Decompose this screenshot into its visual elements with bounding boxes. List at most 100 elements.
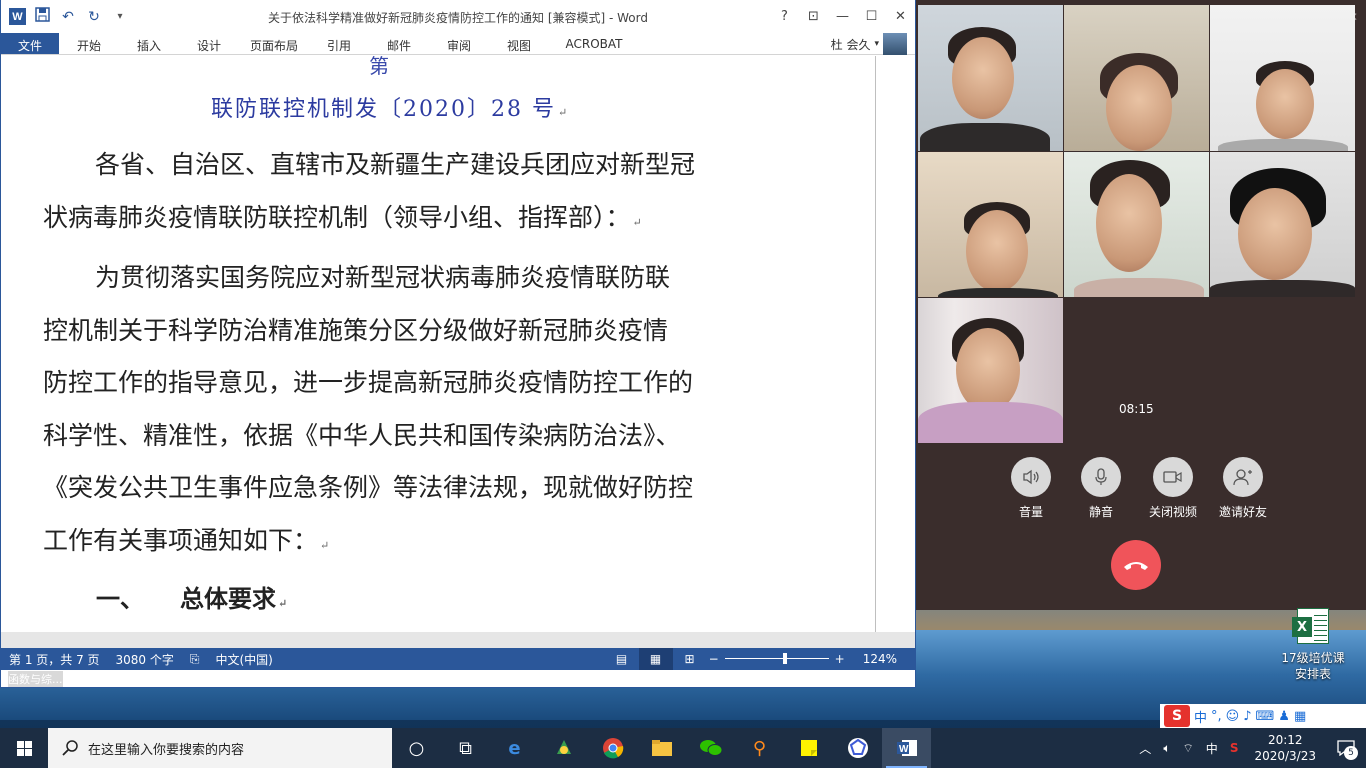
heading-text: 总体要求 [180, 584, 276, 613]
desktop-file-icon[interactable]: X 17级培优课 安排表 [1278, 608, 1348, 682]
search-placeholder: 在这里输入你要搜索的内容 [88, 742, 245, 758]
user-account[interactable]: 杜 会久 ▾ [831, 33, 907, 55]
participant-video[interactable] [918, 298, 1063, 443]
undo-icon[interactable]: ↶ [58, 9, 78, 25]
status-bar: 第 1 页，共 7 页 3080 个字 ⎘ 中文(中国) ▤ ▦ ⊞ − + 1… [1, 648, 915, 670]
wifi-icon[interactable]: ⌔ [1177, 741, 1200, 756]
paragraph-mark: ↵ [557, 106, 570, 119]
edge-icon[interactable]: e [490, 728, 539, 768]
minimize-icon[interactable]: — [828, 0, 857, 33]
zoom-slider[interactable] [724, 648, 829, 670]
sogou-tray-icon[interactable]: S [1224, 741, 1245, 755]
maximize-icon[interactable]: ☐ [857, 0, 886, 33]
word-logo-icon[interactable]: W [9, 8, 26, 25]
taskbar-search[interactable]: 在这里输入你要搜索的内容 [48, 728, 392, 768]
page-gap [1, 632, 915, 648]
close-icon[interactable]: ✕ [886, 0, 915, 33]
mute-label: 静音 [1088, 505, 1113, 519]
desktop-file-label: 17级培优课 安排表 [1278, 650, 1348, 682]
tab-home[interactable]: 开始 [59, 33, 119, 54]
paragraph-mark: ↵ [320, 538, 330, 552]
zoom-in-button[interactable]: + [833, 652, 847, 666]
document-canvas[interactable]: 第 联防联控机制发〔2020〕28 号 ↵ 各省、自治区、直辖市及新疆生产建设兵团… [1, 56, 915, 648]
customize-icon[interactable]: ▾ [110, 11, 130, 22]
body-paragraph: 为贯彻落实国务院应对新型冠状病毒肺炎疫情联防联 控机制关于科学防治精准施策分区分… [43, 252, 743, 573]
sticky-notes-icon[interactable] [784, 728, 833, 768]
speaker-icon[interactable] [1011, 457, 1051, 497]
tab-design[interactable]: 设计 [179, 33, 239, 54]
cortana-icon[interactable]: ○ [392, 728, 441, 768]
page-count[interactable]: 第 1 页，共 7 页 [1, 651, 108, 668]
tab-acrobat[interactable]: ACROBAT [549, 33, 639, 54]
language-indicator[interactable]: 中文(中国) [208, 651, 281, 668]
ime-punctuation-toggle[interactable]: °, [1211, 709, 1222, 724]
excel-x-glyph: X [1292, 617, 1312, 637]
ime-mode-toggle[interactable]: 中 [1194, 707, 1207, 726]
participant-body [938, 288, 1058, 297]
add-friend-icon[interactable] [1223, 457, 1263, 497]
text-line-content: 工作有关事项通知如下： [43, 525, 319, 555]
zoom-level[interactable]: 124% [847, 652, 915, 666]
camera-icon[interactable] [1153, 457, 1193, 497]
participant-video[interactable] [1064, 5, 1209, 151]
salutation-paragraph: 各省、自治区、直辖市及新疆生产建设兵团应对新型冠 状病毒肺炎疫情联防联控机制（领… [43, 139, 743, 249]
ime-indicator[interactable]: 中 [1200, 740, 1224, 757]
tab-mailings[interactable]: 邮件 [369, 33, 429, 54]
participant-face [1106, 65, 1172, 151]
web-layout-icon[interactable]: ⊞ [673, 648, 707, 670]
participant-video[interactable] [1210, 5, 1355, 151]
tab-references[interactable]: 引用 [309, 33, 369, 54]
print-layout-icon[interactable]: ▦ [638, 648, 673, 670]
zoom-out-button[interactable]: − [707, 652, 721, 666]
notification-count: 5 [1344, 746, 1358, 760]
tab-page-layout[interactable]: 页面布局 [239, 33, 309, 54]
tab-insert[interactable]: 插入 [119, 33, 179, 54]
save-icon[interactable] [32, 7, 52, 26]
file-explorer-icon[interactable] [637, 728, 686, 768]
toolbox-icon[interactable]: ▦ [1294, 709, 1306, 724]
volume-icon[interactable]: 🔈︎ [1157, 741, 1176, 756]
hangup-button[interactable] [1111, 540, 1161, 590]
app-icon[interactable] [539, 728, 588, 768]
microphone-icon[interactable] [1081, 457, 1121, 497]
participant-video[interactable] [918, 152, 1063, 297]
participant-video[interactable] [1210, 152, 1355, 297]
participant-video[interactable] [1064, 152, 1209, 297]
search-tool-icon[interactable]: ⚲ [735, 728, 784, 768]
skin-icon[interactable]: ♟ [1278, 709, 1290, 724]
svg-text:W: W [899, 744, 909, 755]
task-view-icon[interactable]: ⧉ [441, 728, 490, 768]
tab-view[interactable]: 视图 [489, 33, 549, 54]
word-taskbar-icon[interactable]: W [882, 728, 931, 768]
ime-toolbar: S 中 °, ☺ ♪ ⌨ ♟ ▦ [1160, 704, 1366, 728]
tab-file[interactable]: 文件 [1, 33, 59, 54]
keyboard-icon[interactable]: ⌨ [1256, 709, 1275, 724]
sogou-logo-icon[interactable]: S [1164, 705, 1190, 727]
read-mode-icon[interactable]: ▤ [605, 648, 639, 670]
proofing-icon[interactable]: ⎘ [182, 652, 208, 667]
emoji-icon[interactable]: ☺ [1226, 709, 1240, 724]
chrome-icon[interactable] [588, 728, 637, 768]
tab-review[interactable]: 审阅 [429, 33, 489, 54]
chevron-up-icon[interactable]: ︿ [1133, 740, 1157, 757]
participant-body [920, 123, 1050, 151]
participant-video[interactable] [918, 5, 1063, 151]
meeting-app-icon[interactable] [833, 728, 882, 768]
hidden-window-hint: 函数与综... [8, 671, 63, 687]
clock-time: 20:12 [1267, 733, 1303, 747]
start-button[interactable] [0, 728, 48, 768]
word-count[interactable]: 3080 个字 [108, 651, 182, 668]
cut-off-text: 第 [369, 56, 389, 78]
redo-icon[interactable]: ↻ [84, 9, 104, 25]
wechat-icon[interactable] [686, 728, 735, 768]
clock[interactable]: 20:12 2020/3/23 [1244, 732, 1326, 764]
close-video-label: 关闭视频 [1148, 505, 1197, 519]
document-number: 联防联控机制发〔2020〕28 号 ↵ [211, 91, 569, 123]
voice-input-icon[interactable]: ♪ [1243, 709, 1251, 724]
ribbon-tabs: 文件 开始 插入 设计 页面布局 引用 邮件 审阅 视图 ACROBAT 杜 会… [1, 33, 915, 55]
zoom-slider-thumb[interactable] [782, 653, 787, 664]
help-icon[interactable]: ? [770, 0, 799, 33]
windows-logo-icon [16, 740, 32, 756]
ribbon-display-icon[interactable]: ⊡ [799, 0, 828, 33]
notification-center-button[interactable]: 5 [1326, 728, 1366, 768]
